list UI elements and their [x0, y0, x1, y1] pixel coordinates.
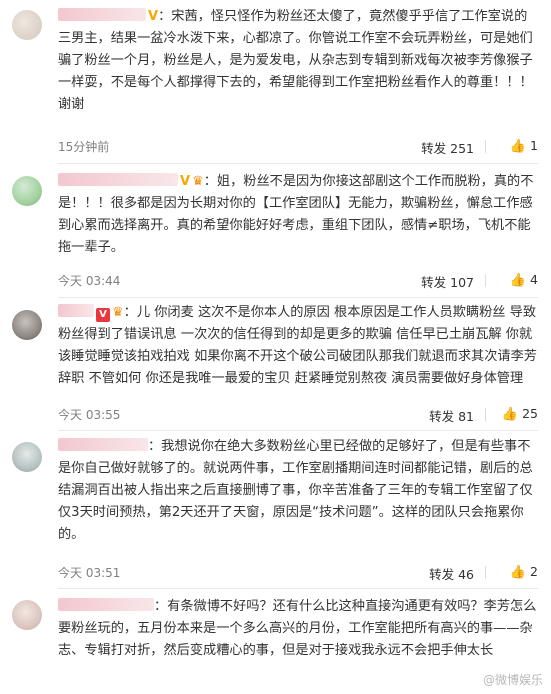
comment-meta: 今天 03:55 转发 81 👍 25: [58, 406, 538, 424]
verified-v-icon: V: [148, 9, 159, 24]
like-button[interactable]: 👍 4: [510, 272, 538, 288]
comment-text: ：儿 你闭麦 这次不是你本人的原因 根本原因是工作人员欺瞒粉丝 导致粉丝得到了错…: [58, 305, 537, 386]
like-count: 4: [530, 272, 538, 287]
comment-text: ：姐，粉丝不是因为你接这部剧这个工作而脱粉，真的不是！！！很多都是因为长期对你的…: [58, 174, 534, 255]
verified-v-icon: V: [180, 174, 191, 189]
divider: [58, 297, 538, 298]
crown-icon: ♛: [192, 174, 204, 189]
divider: [485, 566, 486, 579]
username[interactable]: [58, 438, 148, 451]
avatar[interactable]: [12, 600, 42, 630]
divider: [58, 163, 538, 164]
watermark: @微博娱乐: [482, 673, 543, 687]
timestamp: 今天 03:51: [58, 566, 121, 580]
comment-text-block: ：我想说你在绝大多数粉丝心里已经做的足够好了，但是有些事不是你自己做好就够了的。…: [58, 436, 538, 546]
timestamp: 今天 03:44: [58, 274, 121, 288]
repost-button[interactable]: 转发 251: [421, 138, 474, 157]
avatar[interactable]: [12, 442, 42, 472]
thumbs-up-icon: 👍: [509, 565, 527, 580]
repost-button[interactable]: 转发 81: [429, 406, 474, 425]
username[interactable]: [58, 304, 94, 317]
divider: [485, 408, 486, 421]
comment-text-block: ：有条微博不好吗？还有什么比这种直接沟通更有效吗？李芳怎么要粉丝玩的，五月份本来…: [58, 596, 538, 662]
comment-text-block: V ♛：儿 你闭麦 这次不是你本人的原因 根本原因是工作人员欺瞒粉丝 导致粉丝得到…: [58, 302, 538, 390]
like-button[interactable]: 👍 25: [502, 406, 538, 422]
like-count: 1: [530, 138, 538, 153]
comment-meta: 今天 03:44 转发 107 👍 4: [58, 272, 538, 290]
thumbs-up-icon: 👍: [509, 139, 527, 154]
like-button[interactable]: 👍 2: [510, 564, 538, 580]
like-count: 25: [522, 406, 538, 421]
comment-text: ：我想说你在绝大多数粉丝心里已经做的足够好了，但是有些事不是你自己做好就够了的。…: [58, 439, 533, 542]
thumbs-up-icon: 👍: [501, 407, 519, 422]
thumbs-up-icon: 👍: [509, 273, 527, 288]
divider: [58, 430, 538, 431]
divider: [485, 274, 486, 287]
comment-meta: 今天 03:51 转发 46 👍 2: [58, 564, 538, 582]
fan-badge-icon: V: [96, 308, 110, 322]
avatar[interactable]: [12, 176, 42, 206]
comment-text-block: V ♛：姐，粉丝不是因为你接这部剧这个工作而脱粉，真的不是！！！很多都是因为长期对…: [58, 171, 538, 259]
username[interactable]: [58, 598, 154, 611]
crown-icon: ♛: [112, 305, 124, 320]
comment-text-block: V：宋茜，怪只怪作为粉丝还太傻了，竟然傻乎乎信了工作室说的三男主，结果一盆冷水泼…: [58, 6, 538, 116]
divider: [58, 588, 538, 589]
repost-button[interactable]: 转发 107: [421, 272, 474, 291]
username[interactable]: [58, 173, 178, 186]
divider: [485, 140, 486, 153]
avatar[interactable]: [12, 310, 42, 340]
repost-button[interactable]: 转发 46: [429, 564, 474, 583]
comment-meta: 15分钟前 转发 251 👍 1: [58, 138, 538, 156]
like-count: 2: [530, 564, 538, 579]
username[interactable]: [58, 8, 146, 21]
avatar[interactable]: [12, 10, 42, 40]
timestamp: 15分钟前: [58, 140, 110, 154]
like-button[interactable]: 👍 1: [510, 138, 538, 154]
timestamp: 今天 03:55: [58, 408, 121, 422]
comment-text: ：宋茜，怪只怪作为粉丝还太傻了，竟然傻乎乎信了工作室说的三男主，结果一盆冷水泼下…: [58, 9, 533, 112]
